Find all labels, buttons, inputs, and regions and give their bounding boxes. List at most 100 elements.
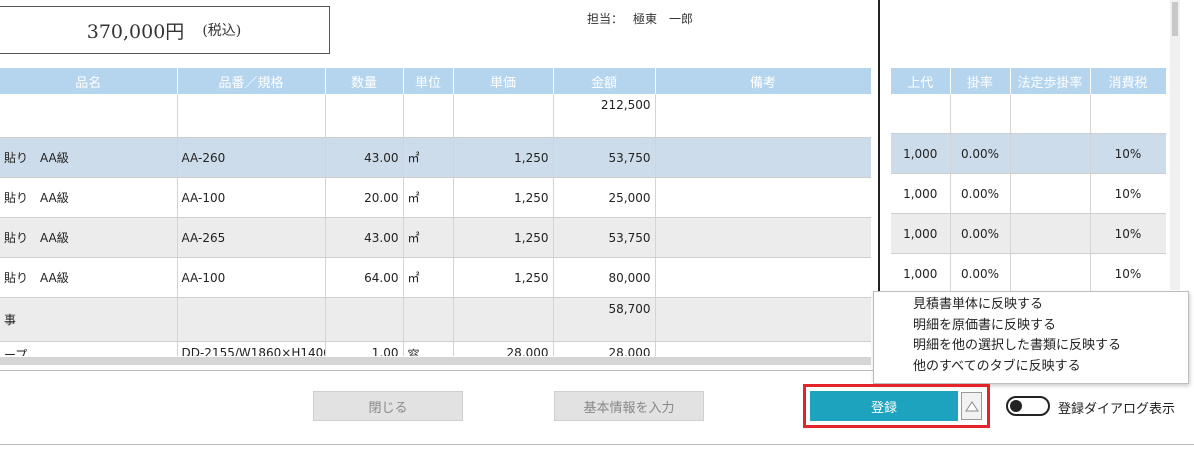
col-header-unit[interactable]: 単位	[403, 68, 454, 94]
vertical-scrollbar[interactable]	[1170, 0, 1180, 290]
cell-note[interactable]	[655, 297, 871, 342]
cell-rate[interactable]: 0.00%	[950, 253, 1011, 294]
cell-note[interactable]	[655, 257, 871, 298]
table-row[interactable]	[891, 94, 1166, 134]
col-header-legal-rate[interactable]: 法定歩掛率	[1010, 68, 1091, 94]
cell-code[interactable]: AA-100	[177, 177, 326, 218]
cell-note[interactable]	[655, 217, 871, 258]
cell-legal-rate[interactable]	[1010, 133, 1091, 174]
col-header-tax[interactable]: 消費税	[1090, 68, 1166, 94]
col-header-code[interactable]: 品番／規格	[177, 68, 326, 94]
table-row[interactable]: 貼り AA級 AA-100 20.00 ㎡ 1,250 25,000	[0, 177, 871, 218]
menu-item-reflect-estimate-only[interactable]: 見積書単体に反映する	[874, 295, 1188, 316]
cell-legal-rate[interactable]	[1010, 94, 1091, 134]
table-row[interactable]: 1,000 0.00% 10%	[891, 133, 1166, 174]
cell-tax[interactable]: 10%	[1090, 133, 1166, 174]
cell-amount[interactable]: 25,000	[553, 177, 656, 218]
col-header-list-price[interactable]: 上代	[891, 68, 951, 94]
cell-name[interactable]: 貼り AA級	[0, 257, 178, 298]
cell-list-price[interactable]: 1,000	[891, 253, 951, 294]
cell-code[interactable]	[177, 94, 326, 138]
cell-unit[interactable]: ㎡	[403, 257, 454, 298]
vertical-scrollbar-thumb[interactable]	[1172, 2, 1178, 36]
register-button[interactable]: 登録	[810, 391, 958, 421]
cell-price[interactable]: 1,250	[453, 217, 554, 258]
cell-amount[interactable]: 53,750	[553, 217, 656, 258]
cell-code[interactable]: AA-100	[177, 257, 326, 298]
cell-rate[interactable]: 0.00%	[950, 213, 1011, 254]
cell-list-price[interactable]	[891, 94, 951, 134]
cell-legal-rate[interactable]	[1010, 253, 1091, 294]
table-row[interactable]: 貼り AA級 AA-260 43.00 ㎡ 1,250 53,750	[0, 137, 871, 178]
cell-list-price[interactable]: 1,000	[891, 173, 951, 214]
cell-tax[interactable]	[1090, 94, 1166, 134]
col-header-note[interactable]: 備考	[655, 68, 871, 94]
cell-amount[interactable]: 212,500	[553, 94, 656, 138]
cell-name[interactable]: 事	[0, 297, 178, 342]
cell-name[interactable]: 貼り AA級	[0, 217, 178, 258]
cell-qty[interactable]: 64.00	[325, 257, 404, 298]
cell-price[interactable]: 1,250	[453, 137, 554, 178]
cell-amount[interactable]: 53,750	[553, 137, 656, 178]
cell-tax[interactable]: 10%	[1090, 173, 1166, 214]
cell-qty[interactable]: 20.00	[325, 177, 404, 218]
col-header-name[interactable]: 品名	[0, 68, 178, 94]
cell-name[interactable]: ープ	[0, 341, 178, 356]
menu-item-reflect-selected-docs[interactable]: 明細を他の選択した書類に反映する	[874, 336, 1188, 357]
cell-note[interactable]	[655, 177, 871, 218]
cell-legal-rate[interactable]	[1010, 173, 1091, 214]
close-button[interactable]: 閉じる	[313, 391, 463, 421]
cell-unit[interactable]: ㎡	[403, 137, 454, 178]
cell-unit[interactable]	[403, 297, 454, 342]
cell-note[interactable]	[655, 341, 871, 356]
cell-tax[interactable]: 10%	[1090, 213, 1166, 254]
table-row[interactable]: 事 58,700	[0, 297, 871, 342]
cell-rate[interactable]: 0.00%	[950, 133, 1011, 174]
cell-unit[interactable]: ㎡	[403, 217, 454, 258]
cell-amount[interactable]: 58,700	[553, 297, 656, 342]
cell-amount[interactable]: 28,000	[553, 341, 656, 356]
cell-unit[interactable]: 窓	[403, 341, 454, 356]
cell-rate[interactable]	[950, 94, 1011, 134]
basic-info-button[interactable]: 基本情報を入力	[554, 391, 704, 421]
cell-list-price[interactable]: 1,000	[891, 213, 951, 254]
table-row[interactable]: 貼り AA級 AA-265 43.00 ㎡ 1,250 53,750	[0, 217, 871, 258]
cell-qty[interactable]	[325, 297, 404, 342]
cell-name[interactable]	[0, 94, 178, 138]
table-row[interactable]: 貼り AA級 AA-100 64.00 ㎡ 1,250 80,000	[0, 257, 871, 298]
cell-code[interactable]: AA-265	[177, 217, 326, 258]
cell-code[interactable]: DD-2155/W1860×H1400	[177, 341, 326, 356]
cell-qty[interactable]: 1.00	[325, 341, 404, 356]
cell-price[interactable]	[453, 94, 554, 138]
cell-unit[interactable]: ㎡	[403, 177, 454, 218]
cell-name[interactable]: 貼り AA級	[0, 137, 178, 178]
cell-qty[interactable]: 43.00	[325, 217, 404, 258]
table-row[interactable]: 212,500	[0, 94, 871, 138]
cell-price[interactable]: 1,250	[453, 257, 554, 298]
table-row[interactable]: 1,000 0.00% 10%	[891, 213, 1166, 254]
cell-tax[interactable]: 10%	[1090, 253, 1166, 294]
table-row[interactable]: 1,000 0.00% 10%	[891, 253, 1166, 294]
col-header-qty[interactable]: 数量	[325, 68, 404, 94]
cell-code[interactable]: AA-260	[177, 137, 326, 178]
cell-legal-rate[interactable]	[1010, 213, 1091, 254]
register-dropdown-button[interactable]	[961, 392, 982, 420]
cell-list-price[interactable]: 1,000	[891, 133, 951, 174]
menu-item-reflect-cost-sheet[interactable]: 明細を原価書に反映する	[874, 316, 1188, 337]
cell-note[interactable]	[655, 137, 871, 178]
cell-rate[interactable]: 0.00%	[950, 173, 1011, 214]
horizontal-scrollbar[interactable]	[0, 357, 871, 365]
table-row[interactable]: 1,000 0.00% 10%	[891, 173, 1166, 214]
cell-unit[interactable]	[403, 94, 454, 138]
cell-amount[interactable]: 80,000	[553, 257, 656, 298]
cell-price[interactable]: 28,000	[453, 341, 554, 356]
col-header-rate[interactable]: 掛率	[950, 68, 1011, 94]
cell-name[interactable]: 貼り AA級	[0, 177, 178, 218]
menu-item-reflect-all-tabs[interactable]: 他のすべてのタブに反映する	[874, 357, 1188, 378]
cell-price[interactable]: 1,250	[453, 177, 554, 218]
table-row[interactable]: ープ DD-2155/W1860×H1400 1.00 窓 28,000 28,…	[0, 341, 871, 356]
cell-price[interactable]	[453, 297, 554, 342]
cell-note[interactable]	[655, 94, 871, 138]
cell-qty[interactable]	[325, 94, 404, 138]
col-header-amount[interactable]: 金額	[553, 68, 656, 94]
